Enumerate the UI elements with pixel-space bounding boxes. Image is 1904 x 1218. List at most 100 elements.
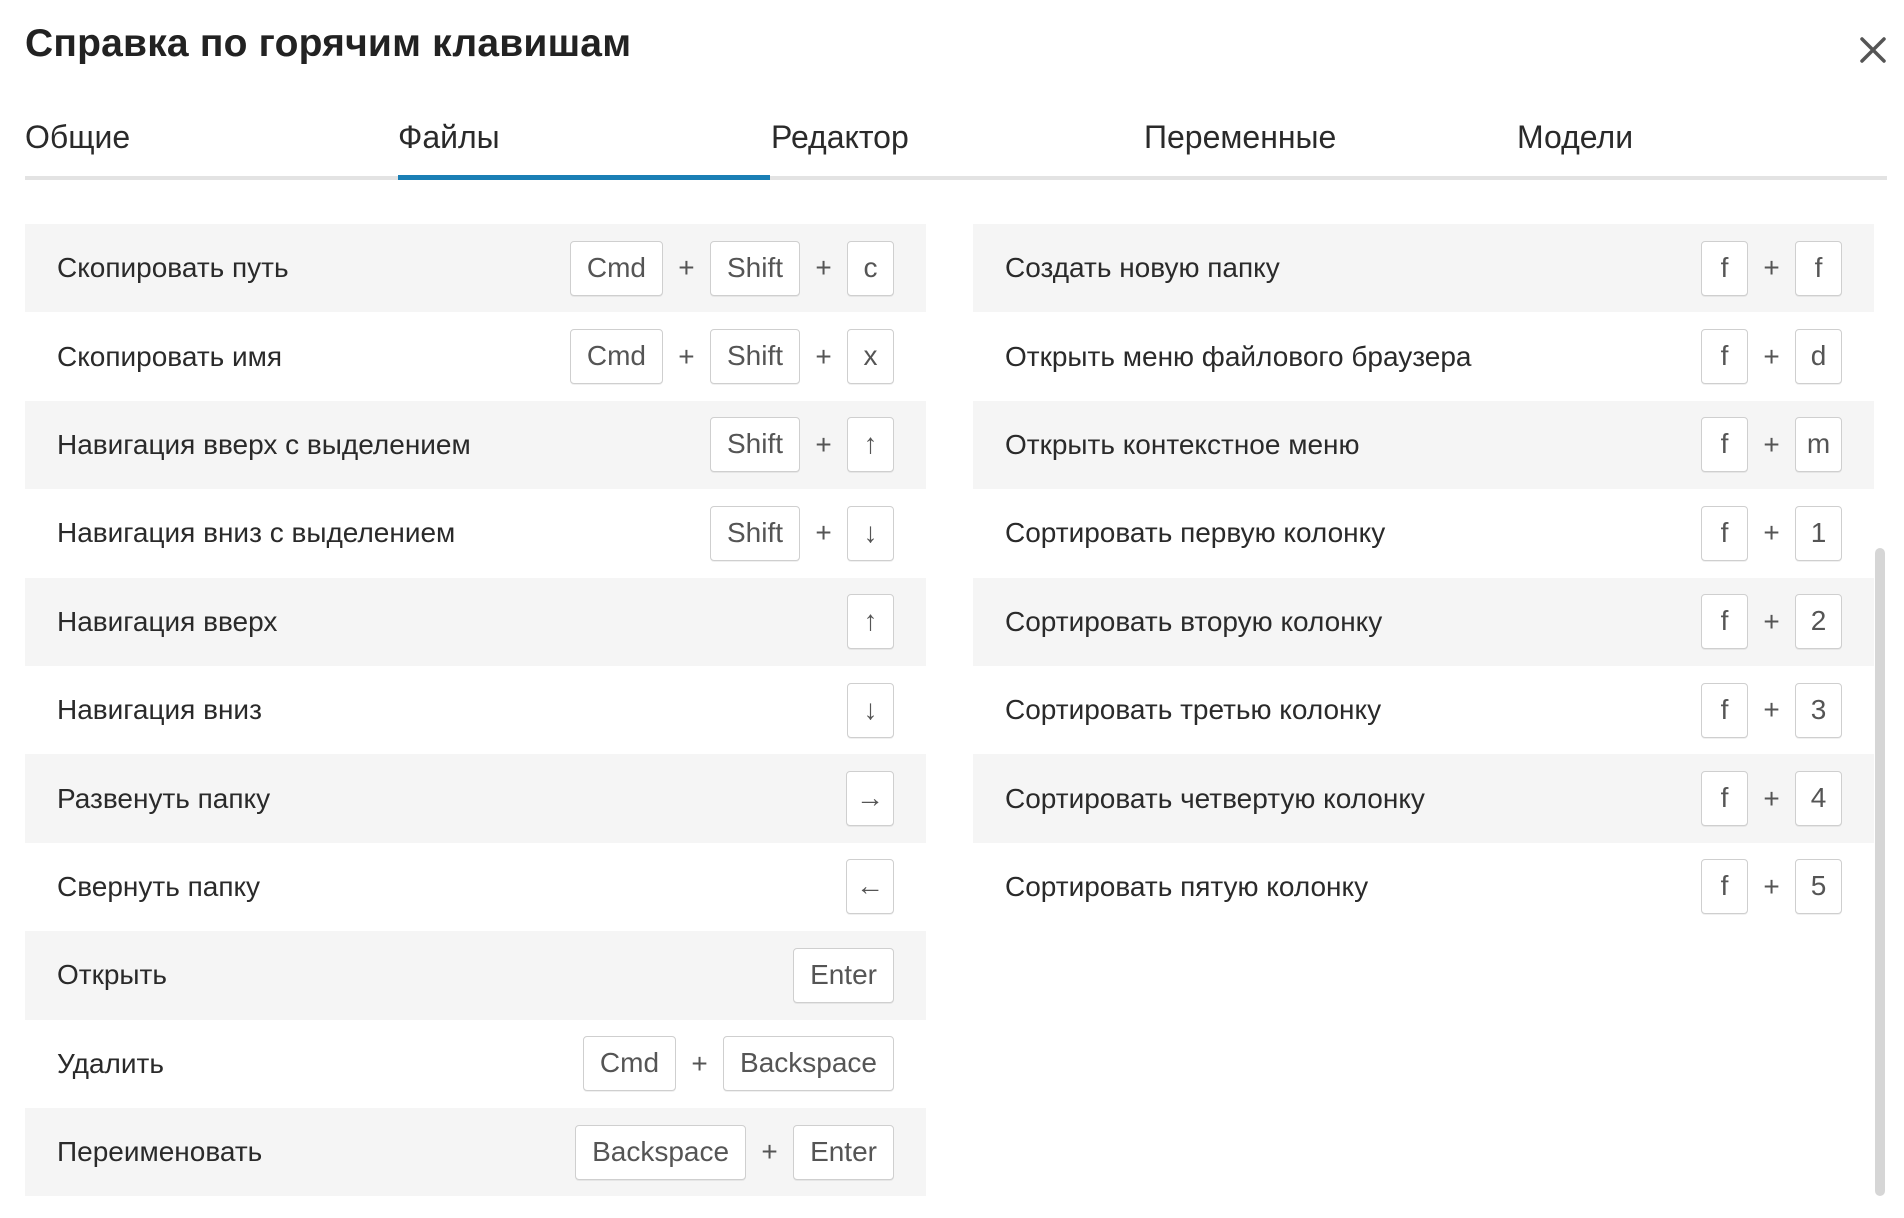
key-cap: Enter [793, 947, 894, 1003]
key-cap: Cmd [582, 1036, 677, 1092]
close-button[interactable] [1853, 30, 1893, 70]
shortcut-row: Развенуть папку → [25, 754, 926, 843]
key-separator: + [678, 252, 695, 284]
key-cap: c [847, 240, 894, 296]
shortcut-keys: f + f [1701, 240, 1842, 296]
shortcut-keys: f + m [1701, 417, 1842, 473]
key-cap: Shift [709, 417, 800, 473]
shortcut-row: Навигация вверх ↑ [25, 577, 926, 666]
key-separator: + [678, 340, 695, 372]
shortcut-keys: Cmd + Shift + x [569, 329, 894, 385]
key-cap: Shift [709, 329, 800, 385]
key-cap: f [1701, 417, 1748, 473]
shortcut-row: Свернуть папку ← [25, 843, 926, 931]
shortcut-keys: f +4 [1701, 771, 1842, 827]
hotkeys-dialog: Справка по горячим клавишам Общие Файлы … [0, 0, 1904, 1218]
shortcut-label: Навигация вверх [57, 605, 278, 637]
shortcut-row: Удалить Cmd + Backspace [25, 1020, 926, 1108]
shortcut-keys: f +3 [1701, 682, 1842, 738]
shortcut-keys: f +2 [1701, 594, 1842, 650]
key-separator: + [1763, 252, 1780, 284]
shortcut-label: Свернуть папку [57, 870, 261, 902]
shortcut-row: Создать новую папку f + f [973, 224, 1874, 313]
shortcut-keys: Shift + ↓ [709, 505, 894, 561]
right-shortcut-list: Создать новую папку f + f Открыть меню файло… [973, 224, 1874, 931]
shortcut-keys: Cmd + Shift + c [569, 240, 894, 296]
shortcut-row: Навигация вверх с выделением Shift + ↑ [25, 400, 926, 490]
shortcut-label: Переименовать [57, 1136, 263, 1168]
key-cap: f [1701, 594, 1748, 650]
key-cap: Shift [709, 240, 800, 296]
tab-models[interactable]: Модели [1517, 112, 1889, 176]
left-shortcut-list: Скопировать путь Cmd + Shift + c Скопировать и… [25, 224, 926, 1197]
key-cap: Enter [793, 1124, 894, 1180]
key-separator: + [761, 1136, 778, 1168]
shortcut-row: Навигация вниз с выделением Shift + ↓ [25, 489, 926, 577]
shortcut-keys: → [846, 771, 894, 827]
shortcut-label: Навигация вверх с выделением [57, 428, 471, 460]
key-cap: Shift [709, 505, 800, 561]
shortcut-keys: Shift + ↑ [709, 417, 894, 473]
shortcut-row: Навигация вниз ↓ [25, 666, 926, 754]
shortcut-row: Скопировать путь Cmd + Shift + c [25, 224, 926, 313]
key-separator: + [691, 1047, 708, 1079]
shortcut-keys: ↓ [847, 682, 894, 738]
shortcut-keys: ↑ [847, 594, 894, 650]
tab-bar: Общие Файлы Редактор Переменные Модели [25, 112, 1887, 180]
key-cap: f [1701, 329, 1748, 385]
shortcut-label: Сортировать третью колонку [1005, 694, 1382, 726]
close-icon [1853, 30, 1893, 70]
shortcut-label: Навигация вниз с выделением [57, 517, 456, 549]
shortcut-keys: f +5 [1701, 859, 1842, 915]
tab-editor[interactable]: Редактор [771, 112, 1143, 176]
shortcut-keys: Cmd + Backspace [582, 1036, 894, 1092]
key-cap: → [846, 771, 894, 827]
shortcut-row: Сортировать вторую колонку f +2 [973, 577, 1874, 666]
key-cap: 4 [1795, 771, 1842, 827]
shortcut-keys: Backspace + Enter [575, 1124, 894, 1180]
shortcut-row: Сортировать третью колонку f +3 [973, 666, 1874, 754]
shortcut-label: Сортировать вторую колонку [1005, 605, 1383, 637]
tab-files[interactable]: Файлы [398, 112, 770, 180]
shortcut-row: Открыть меню файлового браузера f + d [973, 312, 1874, 400]
shortcut-label: Открыть меню файлового браузера [1005, 340, 1472, 372]
key-cap: Cmd [569, 329, 663, 385]
key-separator: + [1763, 870, 1780, 902]
key-cap: 3 [1795, 682, 1842, 738]
key-cap: f [1701, 859, 1748, 915]
shortcut-keys: Enter [793, 947, 894, 1003]
tab-general[interactable]: Общие [25, 112, 397, 176]
key-cap: ↓ [847, 682, 894, 738]
key-separator: + [1763, 340, 1780, 372]
shortcut-label: Удалить [57, 1047, 164, 1079]
shortcut-label: Создать новую папку [1005, 252, 1280, 284]
key-separator: + [815, 428, 832, 460]
key-cap: f [1701, 240, 1748, 296]
key-separator: + [815, 252, 832, 284]
vertical-scrollbar[interactable] [1875, 548, 1885, 1196]
key-cap: ↑ [847, 594, 894, 650]
key-cap: ↑ [847, 417, 894, 473]
key-separator: + [1763, 605, 1780, 637]
key-separator: + [1763, 428, 1780, 460]
shortcut-label: Сортировать четвертую колонку [1005, 782, 1425, 814]
key-cap: f [1701, 505, 1748, 561]
key-cap: Cmd [569, 240, 663, 296]
shortcut-row: Открыть Enter [25, 931, 926, 1020]
key-separator: + [815, 517, 832, 549]
shortcut-keys: ← [846, 859, 894, 915]
shortcut-keys: f +1 [1701, 505, 1842, 561]
key-separator: + [815, 340, 832, 372]
key-cap: f [1701, 682, 1748, 738]
key-cap: ↓ [847, 505, 894, 561]
shortcut-row: Сортировать четвертую колонку f +4 [973, 754, 1874, 843]
key-cap: m [1795, 417, 1842, 473]
shortcut-row: Сортировать пятую колонку f +5 [973, 843, 1874, 931]
shortcut-label: Скопировать имя [57, 340, 283, 372]
shortcut-row: Открыть контекстное меню f + m [973, 400, 1874, 490]
key-cap: Backspace [723, 1036, 894, 1092]
key-cap: f [1795, 240, 1842, 296]
key-separator: + [1763, 694, 1780, 726]
shortcut-row: Скопировать имя Cmd + Shift + x [25, 312, 926, 400]
tab-variables[interactable]: Переменные [1144, 112, 1516, 176]
